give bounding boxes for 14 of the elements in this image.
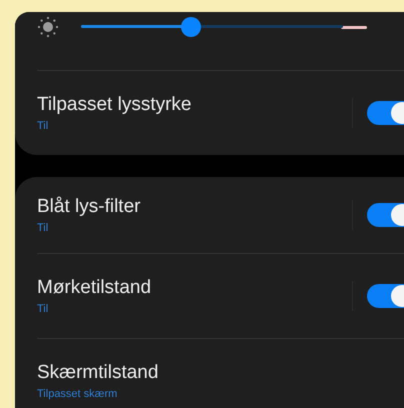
- toggle-switch[interactable]: [367, 284, 404, 308]
- setting-title: Tilpasset lysstyrke: [37, 94, 192, 116]
- setting-status: Tilpasset skærm: [37, 388, 118, 400]
- setting-title: Blåt lys-filter: [37, 196, 142, 218]
- setting-status: Til: [37, 222, 50, 234]
- setting-title: Skærmtilstand: [37, 362, 160, 384]
- brightness-icon: [37, 16, 59, 38]
- setting-title: Mørketilstand: [37, 277, 152, 299]
- setting-status: Til: [37, 120, 50, 132]
- setting-status: Til: [37, 303, 50, 315]
- toggle-switch[interactable]: [367, 101, 404, 125]
- brightness-slider[interactable]: [81, 17, 343, 37]
- max-marker: [341, 26, 367, 28]
- toggle-switch[interactable]: [367, 203, 404, 227]
